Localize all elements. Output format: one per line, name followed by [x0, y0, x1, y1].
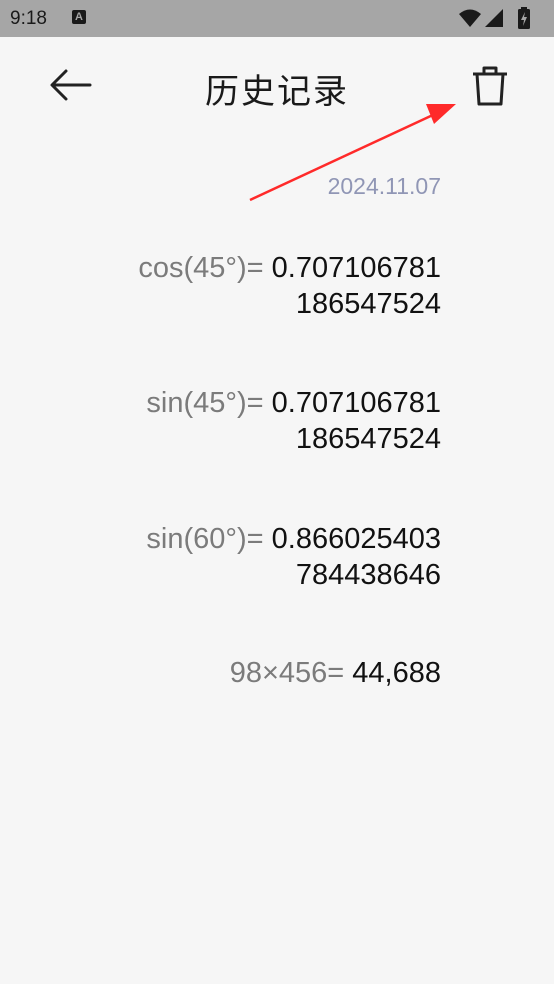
record-result: 0.866025403 [271, 523, 441, 555]
signal-icon [485, 9, 503, 27]
record-result-cont: 784438646 [295, 559, 441, 591]
history-record[interactable]: sin(60°)= 0.866025403 784438646 [21, 521, 441, 593]
history-date: 2024.11.07 [327, 173, 441, 199]
record-result: 0.707106781 [271, 252, 441, 284]
wifi-icon [459, 9, 481, 27]
app-bar: 历史记录 [0, 37, 554, 137]
record-expression: cos(45°)= [138, 252, 264, 284]
trash-icon[interactable] [470, 64, 512, 108]
record-result: 0.707106781 [271, 387, 441, 419]
notification-a-icon: A [72, 10, 86, 24]
annotation-arrow [249, 104, 456, 202]
record-expression: 98×456= [229, 657, 345, 689]
record-result: 44,688 [352, 657, 441, 689]
history-record[interactable]: 98×456= 44,688 [21, 655, 441, 691]
battery-icon [518, 7, 530, 29]
record-expression: sin(45°)= [146, 387, 264, 419]
status-bar: 9:18 A [0, 0, 554, 37]
record-result-cont: 186547524 [295, 423, 441, 455]
status-time: 9:18 [10, 8, 47, 29]
record-expression: sin(60°)= [146, 523, 264, 555]
history-record[interactable]: cos(45°)= 0.707106781 186547524 [21, 250, 441, 322]
record-result-cont: 186547524 [295, 288, 441, 320]
history-record[interactable]: sin(45°)= 0.707106781 186547524 [21, 385, 441, 457]
